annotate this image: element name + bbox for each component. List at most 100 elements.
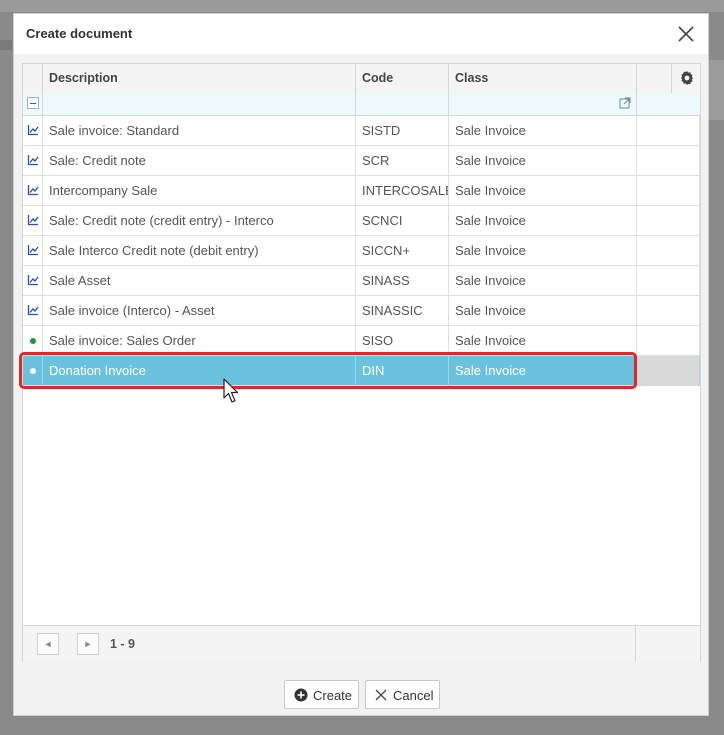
background-app-bar bbox=[0, 0, 724, 12]
cell-class: Sale Invoice bbox=[449, 356, 637, 386]
chart-icon bbox=[27, 275, 39, 286]
create-document-dialog: Create document Description Code Class S… bbox=[13, 13, 709, 716]
column-header-class[interactable]: Class bbox=[449, 64, 637, 93]
cell-extra bbox=[637, 236, 700, 266]
chart-icon bbox=[27, 125, 39, 136]
cell-code: SINASS bbox=[356, 266, 449, 296]
background-column-fragment bbox=[709, 60, 724, 120]
settings-button[interactable] bbox=[679, 70, 695, 86]
dialog-header: Create document bbox=[14, 14, 708, 54]
row-status-cell bbox=[23, 326, 43, 356]
cell-class: Sale Invoice bbox=[449, 206, 637, 236]
code-filter-input[interactable] bbox=[356, 93, 449, 115]
cell-extra bbox=[637, 206, 700, 236]
cell-description: Sale Asset bbox=[43, 266, 356, 296]
cell-description: Intercompany Sale bbox=[43, 176, 356, 206]
cell-code: SCR bbox=[356, 146, 449, 176]
chart-icon bbox=[27, 245, 39, 256]
select-column-header bbox=[23, 64, 43, 93]
column-header-extra bbox=[637, 64, 672, 93]
row-status-cell bbox=[23, 146, 43, 176]
cell-extra bbox=[637, 326, 700, 356]
cell-class: Sale Invoice bbox=[449, 116, 637, 146]
cell-extra bbox=[637, 116, 700, 146]
cell-extra bbox=[637, 176, 700, 206]
row-status-cell bbox=[23, 206, 43, 236]
status-dot-icon bbox=[30, 338, 36, 344]
row-status-cell bbox=[23, 296, 43, 326]
cell-extra bbox=[637, 296, 700, 326]
cell-class: Sale Invoice bbox=[449, 266, 637, 296]
row-status-cell bbox=[23, 266, 43, 296]
table-row[interactable]: Sale: Credit note (credit entry) - Inter… bbox=[23, 206, 700, 236]
page-range: 1 - 9 bbox=[110, 637, 136, 651]
cell-description: Sale: Credit note (credit entry) - Inter… bbox=[43, 206, 356, 236]
plus-circle-icon bbox=[294, 688, 308, 702]
table-row[interactable]: Sale invoice (Interco) - Asset SINASSIC Sa… bbox=[23, 296, 700, 326]
cell-code: SISO bbox=[356, 326, 449, 356]
next-page-button[interactable]: ► bbox=[77, 633, 99, 655]
external-link-icon[interactable] bbox=[619, 97, 631, 109]
table-row[interactable]: Sale Asset SINASS Sale Invoice bbox=[23, 266, 700, 296]
dialog-title: Create document bbox=[26, 26, 133, 41]
create-button-label: Create bbox=[313, 688, 353, 703]
table-row[interactable]: Sale Interco Credit note (debit entry) SI… bbox=[23, 236, 700, 266]
cell-class: Sale Invoice bbox=[449, 146, 637, 176]
chart-icon bbox=[27, 185, 39, 196]
cell-code: SCNCI bbox=[356, 206, 449, 236]
column-header-code[interactable]: Code bbox=[356, 64, 449, 93]
cell-code: INTERCOSALE bbox=[356, 176, 449, 206]
table-row[interactable]: Intercompany Sale INTERCOSALE Sale Invoice bbox=[23, 176, 700, 206]
document-type-grid: Description Code Class Sale invoice: Sta… bbox=[22, 63, 701, 662]
cell-description: Sale invoice: Standard bbox=[43, 116, 356, 146]
class-filter-input[interactable] bbox=[449, 93, 637, 115]
chevron-right-icon: ► bbox=[83, 639, 93, 649]
filter-row bbox=[23, 93, 700, 116]
background-strip bbox=[0, 40, 12, 50]
table-row[interactable]: Sale invoice: Sales Order SISO Sale Invoic… bbox=[23, 326, 700, 356]
cell-extra bbox=[637, 356, 700, 386]
cancel-button-label: Cancel bbox=[393, 688, 434, 703]
collapse-filter-toggle[interactable] bbox=[23, 93, 43, 115]
minus-icon bbox=[27, 97, 39, 109]
status-dot-icon bbox=[30, 368, 36, 374]
row-status-cell bbox=[23, 176, 43, 206]
table-row[interactable]: Sale invoice: Standard SISTD Sale Invoice bbox=[23, 116, 700, 146]
cell-extra bbox=[637, 266, 700, 296]
cell-code: SICCN+ bbox=[356, 236, 449, 266]
close-icon bbox=[375, 689, 387, 701]
cancel-button[interactable]: Cancel bbox=[365, 680, 440, 709]
chevron-left-icon: ◄ bbox=[43, 639, 53, 649]
cell-class: Sale Invoice bbox=[449, 176, 637, 206]
chart-icon bbox=[27, 155, 39, 166]
cell-extra bbox=[637, 146, 700, 176]
previous-page-button[interactable]: ◄ bbox=[37, 633, 59, 655]
close-button[interactable] bbox=[676, 24, 696, 44]
close-icon bbox=[678, 26, 694, 42]
chart-icon bbox=[27, 215, 39, 226]
cell-description: Sale invoice: Sales Order bbox=[43, 326, 356, 356]
row-status-cell bbox=[23, 356, 43, 386]
column-header-description[interactable]: Description bbox=[43, 64, 356, 93]
cell-code: SISTD bbox=[356, 116, 449, 146]
chart-icon bbox=[27, 305, 39, 316]
footer-divider bbox=[635, 626, 636, 662]
cell-class: Sale Invoice bbox=[449, 236, 637, 266]
cell-class: Sale Invoice bbox=[449, 326, 637, 356]
description-filter-input[interactable] bbox=[43, 93, 356, 115]
cell-description: Sale invoice (Interco) - Asset bbox=[43, 296, 356, 326]
create-button[interactable]: Create bbox=[284, 680, 359, 709]
row-status-cell bbox=[23, 116, 43, 146]
cell-class: Sale Invoice bbox=[449, 296, 637, 326]
cell-code: DIN bbox=[356, 356, 449, 386]
table-row[interactable]: Donation Invoice DIN Sale Invoice bbox=[23, 356, 700, 386]
cell-description: Sale Interco Credit note (debit entry) bbox=[43, 236, 356, 266]
gear-icon bbox=[681, 71, 693, 85]
cell-description: Sale: Credit note bbox=[43, 146, 356, 176]
cell-code: SINASSIC bbox=[356, 296, 449, 326]
grid-footer: ◄ ► 1 - 9 bbox=[23, 625, 700, 662]
row-status-cell bbox=[23, 236, 43, 266]
table-row[interactable]: Sale: Credit note SCR Sale Invoice bbox=[23, 146, 700, 176]
cell-description: Donation Invoice bbox=[43, 356, 356, 386]
grid-header: Description Code Class bbox=[23, 64, 700, 94]
